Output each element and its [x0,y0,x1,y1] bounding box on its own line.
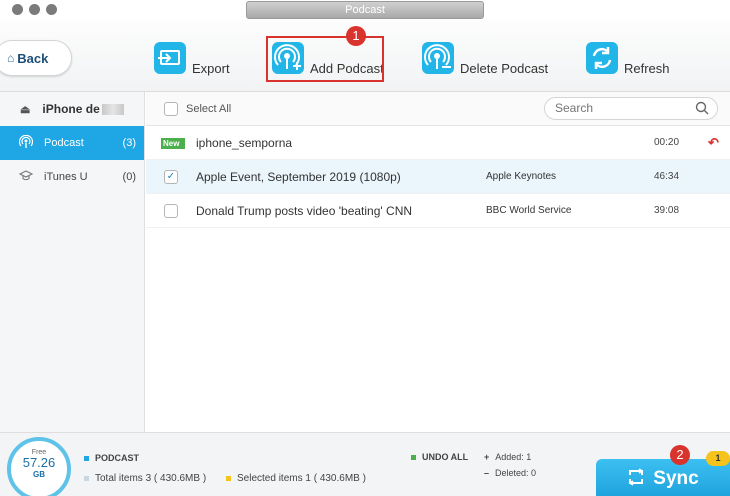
podcast-source: Apple Keynotes [486,171,557,182]
total-items-text: Total items 3 ( 430.6MB ) [95,473,207,484]
podcast-list-panel: Select All New iphone_semporna 00:20 ↶ ✓… [146,92,730,432]
table-row[interactable]: Donald Trump posts video 'beating' CNN B… [146,194,730,228]
selected-items-text: Selected items 1 ( 430.6MB ) [237,473,366,484]
refresh-button[interactable]: Refresh [586,42,670,76]
status-footer: Free 57.26 GB PODCAST Total items 3 ( 43… [0,432,730,496]
podcast-title: iphone_semporna [196,135,293,150]
row-checkbox[interactable]: ✓ [164,169,178,184]
row-checkbox[interactable] [164,203,178,218]
minimize-window-button[interactable] [29,4,40,15]
deleted-text: Deleted: 0 [495,468,537,478]
export-icon [154,42,186,74]
plus-icon: + [484,452,490,462]
new-badge: New [161,138,185,149]
export-button[interactable]: Export [154,42,230,76]
title-bar: Podcast [0,0,730,20]
back-label: Back [17,50,49,66]
itunes-u-icon [18,169,34,186]
step-1-badge: 1 [346,26,366,46]
add-podcast-highlight [266,36,384,82]
minus-icon: – [484,468,490,478]
total-dot [84,475,89,481]
free-space-unit: GB [33,470,45,479]
sync-label: Sync [653,468,699,489]
delete-podcast-icon [422,42,454,74]
list-header: Select All [146,92,730,126]
section-label: PODCAST [84,453,139,463]
select-all-label: Select All [186,102,232,115]
window-title: Podcast [246,1,484,19]
sidebar-item-podcast[interactable]: Podcast (3) [0,126,144,160]
added-text: Added: 1 [495,452,532,462]
back-button[interactable]: ⌂ Back [0,40,72,76]
podcast-duration: 39:08 [654,205,680,216]
refresh-icon [586,42,618,74]
podcast-title: Apple Event, September 2019 (1080p) [196,169,401,184]
podcast-duration: 00:20 [654,137,680,148]
sidebar-item-count: (3) [122,137,136,149]
export-label: Export [192,61,230,76]
redacted-device-suffix [101,103,124,115]
search-input[interactable] [555,101,685,115]
delete-podcast-label: Delete Podcast [460,61,549,76]
undo-dot [411,455,416,461]
selected-dot [226,475,231,481]
delete-podcast-button[interactable]: Delete Podcast [422,42,549,76]
home-icon: ⌂ [7,51,15,65]
free-space-value: 57.26 [22,455,56,470]
podcast-source: BBC World Service [486,205,572,216]
close-window-button[interactable] [12,4,23,15]
sidebar-item-itunes-u[interactable]: iTunes U (0) [0,160,144,194]
zoom-window-button[interactable] [46,4,57,15]
sidebar-item-label: iTunes U [44,171,88,183]
step-2-badge: 2 [670,445,690,465]
pending-count-badge: 1 [706,451,730,466]
section-label-text: PODCAST [95,453,140,463]
undo-all-label: UNDO ALL [422,452,469,462]
added-count: + Added: 1 [484,452,531,462]
select-all-checkbox[interactable] [164,101,178,116]
undo-all-button[interactable]: UNDO ALL [411,452,468,462]
podcast-title: Donald Trump posts video 'beating' CNN [196,203,413,218]
sidebar: ⏏ iPhone de Podcast (3) iTunes U (0) [0,92,145,432]
table-row[interactable]: ✓ Apple Event, September 2019 (1080p) Ap… [146,160,730,194]
sidebar-item-label: Podcast [44,137,84,149]
total-items: Total items 3 ( 430.6MB ) [84,473,206,484]
sidebar-item-count: (0) [122,171,136,183]
search-box[interactable] [544,97,718,120]
eject-icon[interactable]: ⏏ [20,103,30,116]
podcast-duration: 46:34 [654,171,680,182]
refresh-label: Refresh [624,61,670,76]
deleted-count: – Deleted: 0 [484,468,536,478]
undo-icon[interactable]: ↶ [708,135,719,151]
toolbar: ⌂ Back Export Add Podcast 1 Delete Podca… [0,20,730,92]
section-dot [84,456,89,462]
table-row[interactable]: New iphone_semporna 00:20 ↶ [146,126,730,160]
device-selector[interactable]: ⏏ iPhone de [0,92,144,126]
free-space-gauge: Free 57.26 GB [7,437,71,496]
device-name: iPhone de [42,102,100,116]
podcast-icon [18,134,34,152]
sync-icon [627,467,645,491]
search-icon[interactable] [695,101,709,115]
selected-items: Selected items 1 ( 430.6MB ) [226,473,366,484]
